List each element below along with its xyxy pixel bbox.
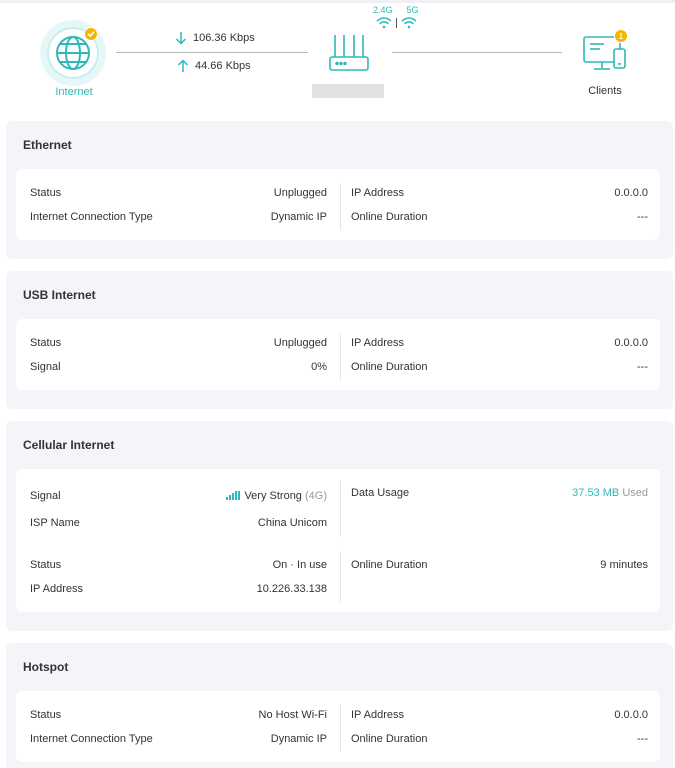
- arrow-up-icon: [177, 59, 189, 72]
- data-usage-row: Data Usage 37.53 MB Used: [351, 487, 648, 499]
- connection-type-row: Internet Connection Type Dynamic IP: [30, 211, 327, 223]
- router-icon: [329, 35, 369, 71]
- data-usage-value: 37.53 MB: [572, 487, 620, 499]
- card-title: Hotspot: [23, 660, 69, 674]
- card-body: Status Unplugged Signal 0% IP Address 0.…: [16, 319, 660, 390]
- column-divider: [340, 705, 341, 752]
- card-body: Signal Very Strong (4G) ISP Name China U…: [16, 469, 660, 612]
- signal-row: Signal Very Strong (4G): [30, 490, 327, 502]
- ip-address-row: IP Address 10.226.33.138: [30, 583, 327, 595]
- card-body: Status No Host Wi-Fi Internet Connection…: [16, 691, 660, 762]
- ip-address-row: IP Address 0.0.0.0: [351, 709, 648, 721]
- clients-label: Clients: [588, 85, 622, 97]
- signal-network: (4G): [305, 490, 327, 502]
- card-title: Cellular Internet: [23, 438, 115, 452]
- connection-type-row: Internet Connection Type Dynamic IP: [30, 733, 327, 745]
- card-title: USB Internet: [23, 288, 96, 302]
- signal-value: Very Strong: [244, 490, 302, 502]
- online-duration-row: Online Duration 9 minutes: [351, 559, 648, 571]
- status-row: Status On · In use: [30, 559, 327, 571]
- online-duration-row: Online Duration ---: [351, 361, 648, 373]
- band-24-label: 2.4G: [373, 5, 393, 15]
- router-clients-link: [392, 52, 562, 53]
- status-row: Status No Host Wi-Fi: [30, 709, 327, 721]
- network-topology: Internet 106.36 Kbps 44.66 Kbps 2.4G 5G: [0, 3, 675, 115]
- wifi-separator: [396, 18, 397, 28]
- check-badge-icon: [84, 27, 98, 41]
- internet-router-link: [116, 52, 308, 53]
- internet-label: Internet: [55, 86, 93, 98]
- isp-name-row: ISP Name China Unicom: [30, 517, 327, 529]
- wifi-5-icon: [401, 17, 417, 29]
- arrow-down-icon: [175, 32, 187, 45]
- column-divider: [340, 333, 341, 380]
- card-body: Status Unplugged Internet Connection Typ…: [16, 169, 660, 240]
- router-name-placeholder: [312, 84, 384, 98]
- data-usage-suffix: Used: [622, 487, 648, 499]
- band-5-label: 5G: [406, 5, 419, 15]
- signal-row: Signal 0%: [30, 361, 327, 373]
- signal-strength-icon: [226, 491, 241, 500]
- online-duration-row: Online Duration ---: [351, 211, 648, 223]
- hotspot-card: Hotspot Status No Host Wi-Fi Internet Co…: [6, 643, 673, 768]
- column-divider: [340, 551, 341, 603]
- card-title: Ethernet: [23, 138, 72, 152]
- ip-address-row: IP Address 0.0.0.0: [351, 187, 648, 199]
- column-divider: [340, 481, 341, 537]
- cellular-internet-card: Cellular Internet Signal Very Strong (4G…: [6, 421, 673, 631]
- status-row: Status Unplugged: [30, 187, 327, 199]
- upload-rate: 44.66 Kbps: [177, 59, 251, 73]
- clients-count-badge: 1: [614, 29, 628, 43]
- wifi-24-icon: [376, 17, 392, 29]
- wifi-status[interactable]: [376, 17, 417, 29]
- ethernet-card: Ethernet Status Unplugged Internet Conne…: [6, 121, 673, 259]
- wifi-band-labels: 2.4G 5G: [373, 5, 419, 15]
- ip-address-row: IP Address 0.0.0.0: [351, 337, 648, 349]
- status-row: Status Unplugged: [30, 337, 327, 349]
- download-rate: 106.36 Kbps: [175, 31, 255, 45]
- usb-internet-card: USB Internet Status Unplugged Signal 0% …: [6, 271, 673, 409]
- online-duration-row: Online Duration ---: [351, 733, 648, 745]
- router-node[interactable]: [326, 33, 372, 80]
- column-divider: [340, 183, 341, 230]
